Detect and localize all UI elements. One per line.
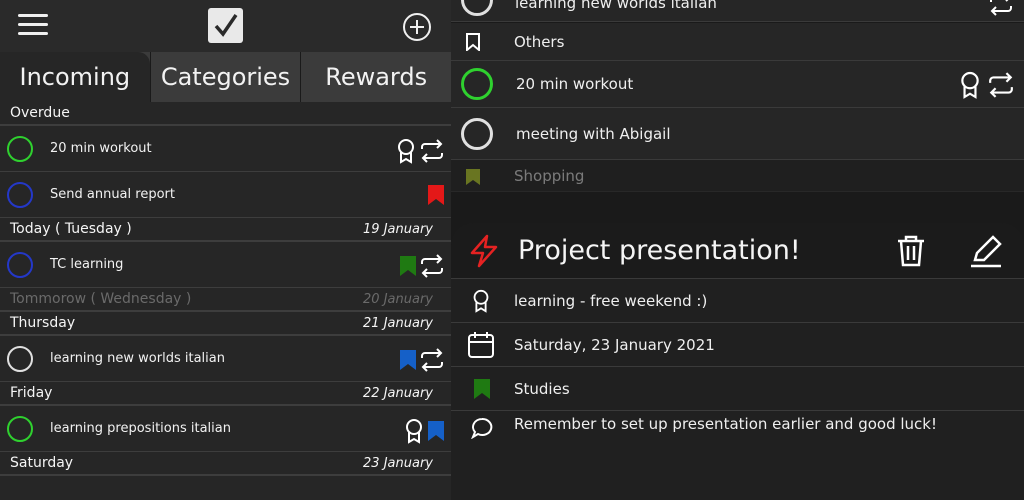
section-header-saturday: Saturday 23 January: [0, 452, 451, 476]
detail-category-text: Studies: [514, 379, 570, 398]
task-row[interactable]: 20 min workout: [0, 126, 451, 172]
section-title: Tommorow ( Wednesday ): [10, 291, 192, 307]
task-detail-sheet: Project presentation! learning - free we…: [451, 223, 1024, 500]
task-checkbox[interactable]: [461, 68, 493, 100]
comment-bubble-icon: [471, 417, 493, 439]
task-checkbox[interactable]: [7, 415, 33, 442]
task-checkbox[interactable]: [461, 0, 493, 16]
detail-reward-text: learning - free weekend :): [514, 291, 708, 310]
green-flag-icon: [400, 256, 416, 276]
reward-medal-icon: [473, 289, 489, 313]
bookmark-outline-icon: [466, 33, 480, 51]
section-header-overdue: Overdue: [0, 102, 451, 126]
lime-flag-icon: [466, 169, 480, 185]
repeat-icon: [421, 139, 443, 163]
section-header-friday: Friday 22 January: [0, 382, 451, 406]
add-task-icon[interactable]: [402, 12, 432, 42]
task-row[interactable]: Send annual report: [0, 172, 451, 218]
detail-note-row[interactable]: Remember to set up presentation earlier …: [451, 411, 1024, 455]
section-title: Saturday: [10, 455, 74, 471]
section-title: Friday: [10, 385, 53, 401]
detail-category-row[interactable]: Studies: [451, 367, 1024, 411]
repeat-icon: [989, 72, 1013, 98]
section-title: Thursday: [10, 315, 76, 331]
task-checkbox[interactable]: [7, 135, 33, 162]
task-detail-title: Project presentation!: [518, 235, 801, 266]
repeat-icon: [421, 254, 443, 278]
detail-note-text: Remember to set up presentation earlier …: [514, 415, 938, 433]
task-list: Overdue 20 min workout Send annual repor…: [0, 102, 451, 476]
tab-categories[interactable]: Categories: [149, 52, 301, 102]
top-app-bar: [0, 0, 451, 52]
section-date: 19 January: [363, 221, 433, 237]
green-flag-icon: [474, 379, 490, 399]
tab-rewards[interactable]: Rewards: [300, 52, 451, 102]
detail-header: Project presentation!: [451, 223, 1024, 279]
red-flag-icon: [428, 185, 444, 205]
blue-flag-icon: [428, 421, 444, 441]
task-title: meeting with Abigail: [516, 124, 671, 143]
section-date: 23 January: [363, 455, 433, 471]
menu-icon[interactable]: [18, 14, 48, 38]
task-title: learning new worlds italian: [515, 0, 717, 12]
task-row[interactable]: learning new worlds italian: [451, 0, 1024, 22]
task-title: Send annual report: [50, 187, 175, 202]
task-title: 20 min workout: [50, 141, 152, 156]
task-row[interactable]: TC learning: [0, 242, 451, 288]
task-list-screen: Incoming Categories Rewards Overdue 20 m…: [0, 0, 451, 500]
tab-incoming[interactable]: Incoming: [0, 52, 150, 102]
category-header-shopping[interactable]: Shopping: [451, 160, 1024, 192]
repeat-icon: [990, 0, 1012, 16]
task-row[interactable]: learning prepositions italian: [0, 406, 451, 452]
main-tabs: Incoming Categories Rewards: [0, 52, 451, 102]
task-checkbox[interactable]: [7, 181, 33, 208]
blue-flag-icon: [400, 350, 416, 370]
detail-reward-row[interactable]: learning - free weekend :): [451, 279, 1024, 323]
task-title: learning prepositions italian: [50, 421, 231, 436]
reward-medal-icon: [406, 419, 422, 444]
task-title: learning new worlds italian: [50, 351, 225, 366]
section-date: 20 January: [363, 291, 433, 307]
task-checkbox[interactable]: [7, 251, 33, 278]
section-date: 21 January: [363, 315, 433, 331]
calendar-icon: [468, 332, 494, 358]
section-header-today: Today ( Tuesday ) 19 January: [0, 218, 451, 242]
section-date: 22 January: [363, 385, 433, 401]
task-row[interactable]: learning new worlds italian: [0, 336, 451, 382]
reward-medal-icon: [398, 139, 414, 164]
section-header-thursday: Thursday 21 January: [0, 312, 451, 336]
category-title: Shopping: [514, 166, 585, 185]
section-header-tomorrow: Tommorow ( Wednesday ) 20 January: [0, 288, 451, 312]
task-title: TC learning: [50, 257, 124, 272]
task-checkbox[interactable]: [461, 118, 493, 150]
reward-medal-icon: [961, 71, 979, 99]
edit-pencil-icon[interactable]: [969, 234, 1003, 268]
app-logo-checkbox-icon: [208, 8, 243, 43]
task-row[interactable]: 20 min workout: [451, 61, 1024, 108]
category-title: Others: [514, 32, 565, 51]
trash-icon[interactable]: [895, 234, 927, 268]
detail-date-text: Saturday, 23 January 2021: [514, 335, 715, 354]
lightning-bolt-icon: [470, 234, 498, 268]
category-header-others[interactable]: Others: [451, 23, 1024, 61]
task-row[interactable]: meeting with Abigail: [451, 108, 1024, 160]
section-title: Overdue: [10, 105, 70, 121]
task-checkbox[interactable]: [7, 345, 33, 372]
repeat-icon: [421, 348, 443, 372]
task-title: 20 min workout: [516, 75, 634, 93]
detail-date-row[interactable]: Saturday, 23 January 2021: [451, 323, 1024, 367]
section-title: Today ( Tuesday ): [10, 221, 132, 237]
